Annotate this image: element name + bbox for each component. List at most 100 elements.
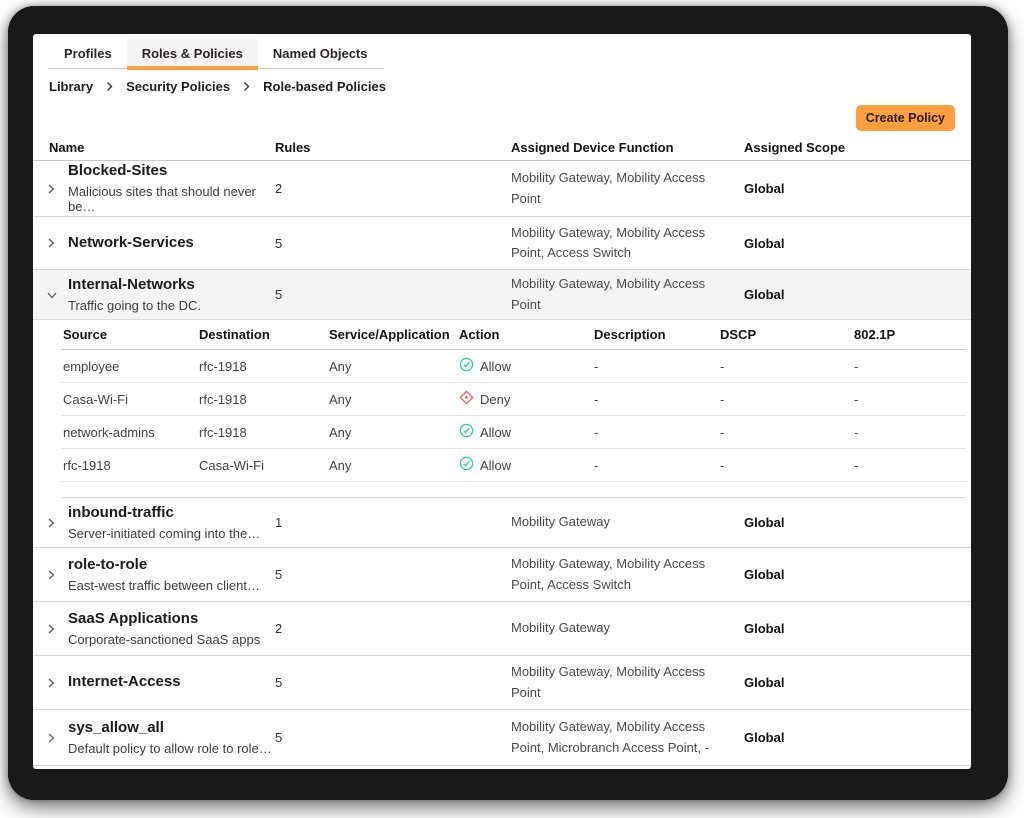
- rule-source: employee: [63, 358, 120, 374]
- rule-description: -: [594, 391, 599, 407]
- policy-name: role-to-role: [68, 555, 148, 573]
- tab-named-objects[interactable]: Named Objects: [258, 39, 383, 68]
- breadcrumb: Library Security Policies Role-based Pol…: [49, 79, 971, 94]
- chevron-right-icon[interactable]: [46, 677, 60, 689]
- chevron-right-icon: [242, 81, 251, 92]
- policy-description: Server-initiated coming into the…: [68, 525, 261, 541]
- policy-scope: Global: [744, 675, 785, 690]
- rule-row[interactable]: Casa-Wi-Fi rfc-1918 Any Deny - - -: [61, 383, 966, 416]
- policy-scope: Global: [744, 235, 785, 251]
- rule-description: -: [594, 358, 599, 374]
- policy-table-header: Name Rules Assigned Device Function Assi…: [33, 140, 971, 161]
- rule-row[interactable]: network-admins rfc-1918 Any Allow - - -: [61, 416, 966, 449]
- rule-8021p: -: [854, 391, 859, 407]
- policy-rules-count: 5: [275, 567, 283, 582]
- rule-service: Any: [329, 457, 352, 473]
- policy-scope: Global: [744, 621, 785, 636]
- policy-scope: Global: [744, 567, 785, 582]
- chevron-right-icon[interactable]: [46, 237, 60, 249]
- breadcrumb-library[interactable]: Library: [49, 79, 93, 94]
- tab-label: Named Objects: [272, 46, 368, 61]
- rule-service: Any: [329, 391, 352, 407]
- column-header-8021p: 802.1P: [854, 327, 896, 342]
- chevron-down-icon[interactable]: [46, 290, 60, 300]
- rule-row[interactable]: rfc-1918 Casa-Wi-Fi Any Allow - - -: [61, 449, 966, 482]
- toolbar: Create Policy: [33, 105, 971, 131]
- policy-device-function: Mobility Gateway, Mobility Access Point: [511, 664, 706, 700]
- policy-device-function: Mobility Gateway, Mobility Access Point: [511, 170, 706, 206]
- rule-action: Deny: [480, 391, 511, 407]
- rule-destination: rfc-1918: [199, 391, 247, 407]
- column-header-dscp: DSCP: [720, 327, 757, 342]
- chevron-right-icon: [105, 81, 114, 92]
- column-header-service: Service/Application: [329, 327, 450, 342]
- column-header-rules: Rules: [275, 140, 311, 155]
- column-header-device-function: Assigned Device Function: [511, 140, 674, 155]
- rule-description: -: [594, 457, 599, 473]
- policy-device-function: Mobility Gateway, Mobility Access Point,…: [511, 719, 709, 755]
- rules-table-clipped-row: printers printers Any Allow - - -: [61, 482, 966, 497]
- allow-icon: [459, 423, 474, 441]
- table-row[interactable]: Blocked-Sites Malicious sites that shoul…: [33, 161, 971, 217]
- policy-device-function: Mobility Gateway: [511, 514, 610, 530]
- table-row[interactable]: SaaS Applications Corporate-sanctioned S…: [33, 602, 971, 656]
- policy-rules-count: 5: [275, 287, 283, 302]
- breadcrumb-role-based-policies[interactable]: Role-based Policies: [263, 79, 386, 94]
- allow-icon: [459, 456, 474, 474]
- policy-rules-count: 2: [275, 621, 283, 636]
- rule-destination: rfc-1918: [199, 358, 247, 374]
- rule-dscp: -: [720, 391, 725, 407]
- chevron-right-icon[interactable]: [46, 569, 60, 581]
- policy-scope: Global: [744, 730, 785, 745]
- chevron-right-icon[interactable]: [46, 732, 60, 744]
- policy-device-function: Mobility Gateway, Mobility Access Point,…: [511, 556, 706, 592]
- column-header-scope: Assigned Scope: [744, 140, 846, 155]
- rule-8021p: -: [854, 424, 859, 440]
- policy-device-function: Mobility Gateway, Mobility Access Point: [511, 276, 706, 312]
- column-header-source: Source: [63, 327, 108, 342]
- tab-label: Roles & Policies: [141, 46, 243, 61]
- chevron-right-icon[interactable]: [46, 623, 60, 635]
- policy-name: Internet-Access: [68, 673, 181, 691]
- policy-scope: Global: [744, 181, 785, 196]
- create-policy-button[interactable]: Create Policy: [855, 105, 955, 131]
- table-row-expanded[interactable]: Internal-Networks Traffic going to the D…: [33, 270, 971, 320]
- column-header-name: Name: [49, 140, 85, 155]
- app-window: Profiles Roles & Policies Named Objects …: [8, 6, 1008, 800]
- rule-destination: Casa-Wi-Fi: [199, 457, 264, 473]
- breadcrumb-security-policies[interactable]: Security Policies: [126, 79, 230, 94]
- policy-rules-count: 5: [275, 675, 283, 690]
- policy-description: Corporate-sanctioned SaaS apps: [68, 631, 261, 647]
- tab-roles-policies[interactable]: Roles & Policies: [126, 39, 258, 70]
- rule-row[interactable]: employee rfc-1918 Any Allow - - -: [61, 350, 966, 383]
- policy-name: inbound-traffic: [68, 503, 174, 521]
- tab-bar: Profiles Roles & Policies Named Objects: [49, 39, 383, 70]
- policy-scope: Global: [744, 287, 785, 302]
- table-row[interactable]: Network-Services 5 Mobility Gateway, Mob…: [33, 217, 971, 270]
- policy-name: Blocked-Sites: [68, 162, 168, 180]
- rule-action: Allow: [480, 457, 512, 473]
- policy-name: SaaS Applications: [68, 609, 199, 627]
- allow-icon: [459, 357, 474, 375]
- chevron-right-icon[interactable]: [46, 517, 60, 529]
- rule-destination: rfc-1918: [199, 424, 247, 440]
- policy-device-function: Mobility Gateway: [511, 620, 610, 636]
- table-row[interactable]: role-to-role East-west traffic between c…: [33, 548, 971, 602]
- rule-8021p: -: [854, 457, 859, 473]
- policy-name: sys_allow_all: [68, 718, 164, 736]
- policy-description: Traffic going to the DC.: [68, 297, 201, 313]
- policy-name: Network-Services: [68, 233, 194, 251]
- rule-row[interactable]: printers printers Any Allow - - -: [61, 482, 966, 497]
- table-row[interactable]: inbound-traffic Server-initiated coming …: [33, 498, 971, 548]
- chevron-right-icon[interactable]: [46, 183, 60, 195]
- rule-source: rfc-1918: [63, 457, 111, 473]
- rule-source: network-admins: [63, 424, 155, 440]
- deny-icon: [459, 390, 474, 408]
- policy-rules-count: 2: [275, 181, 283, 196]
- policy-description: Malicious sites that should never be…: [68, 183, 256, 215]
- rule-service: Any: [329, 358, 352, 374]
- tab-profiles[interactable]: Profiles: [49, 39, 127, 68]
- table-row[interactable]: sys_allow_all Default policy to allow ro…: [33, 710, 971, 766]
- table-row[interactable]: Internet-Access 5 Mobility Gateway, Mobi…: [33, 656, 971, 710]
- policy-device-function: Mobility Gateway, Mobility Access Point,…: [511, 224, 706, 260]
